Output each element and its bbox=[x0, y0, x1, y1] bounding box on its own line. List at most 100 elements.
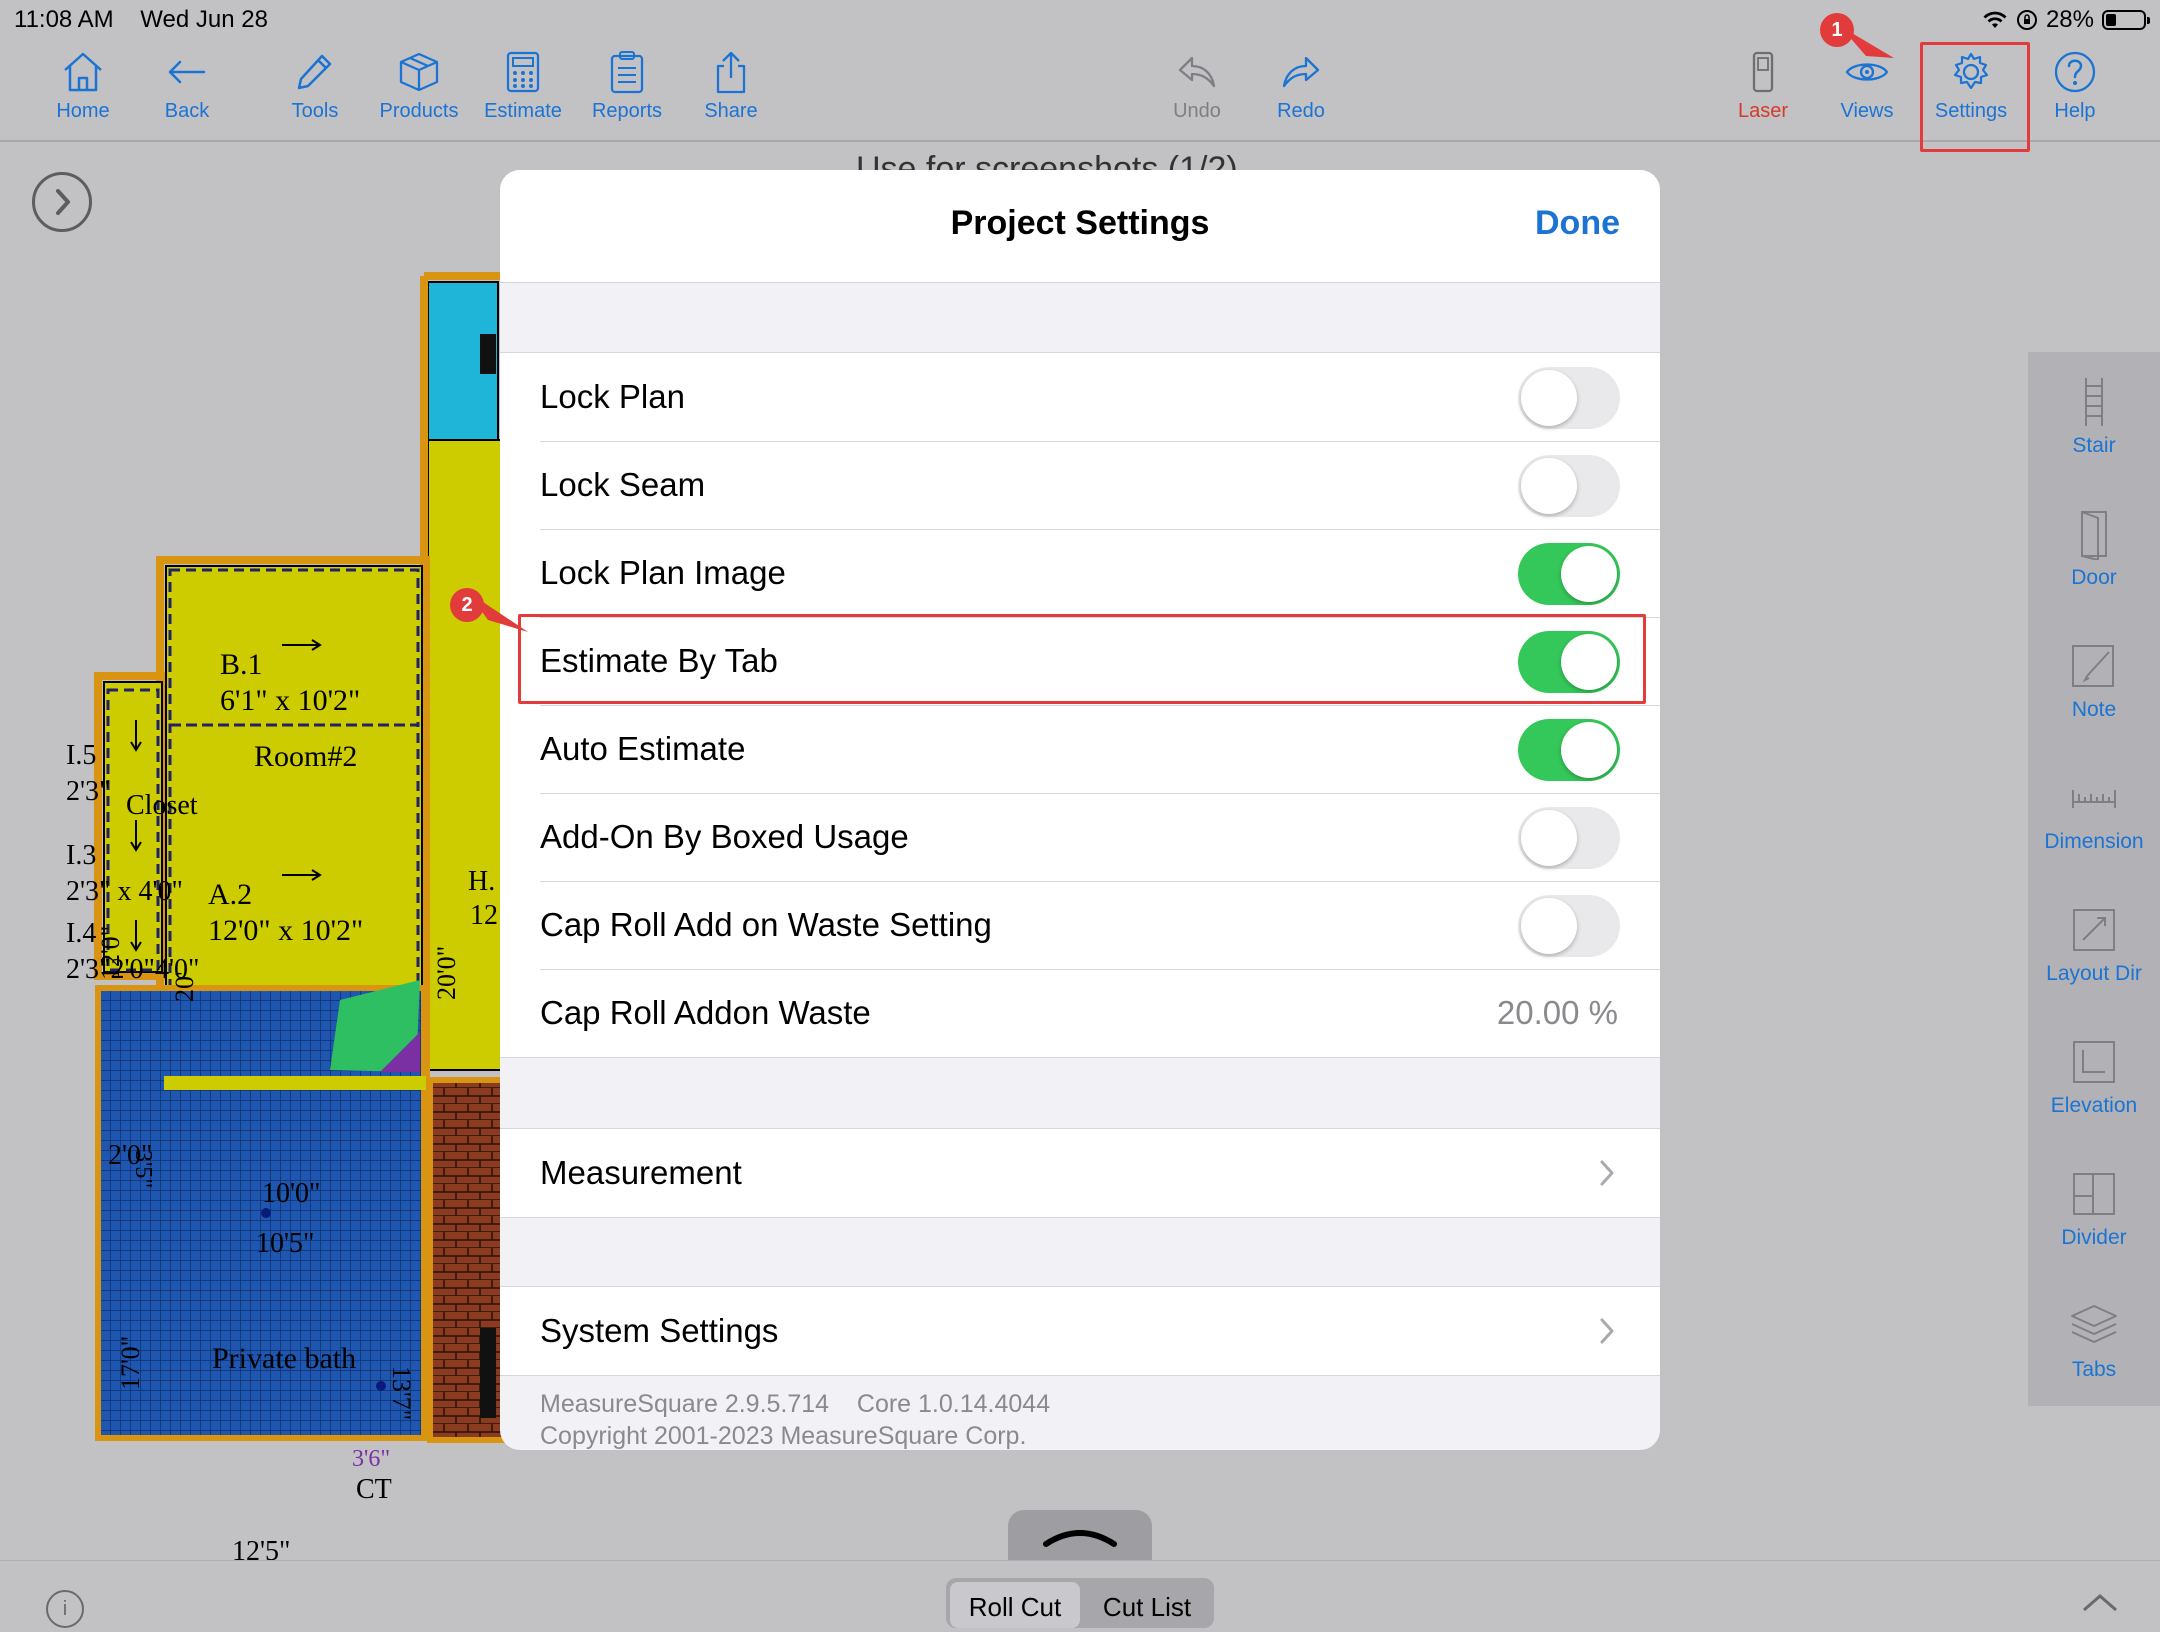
stair-icon bbox=[2085, 378, 2103, 426]
plan-label-b1: B.1 bbox=[220, 648, 263, 681]
auto-estimate-toggle[interactable] bbox=[1518, 719, 1620, 781]
toolbar-help-button[interactable]: Help bbox=[2025, 50, 2125, 123]
toolbar-share-label: Share bbox=[704, 100, 758, 122]
setting-label: Lock Plan bbox=[540, 378, 685, 415]
plan-label-b1-size: 6'1" x 10'2" bbox=[220, 684, 361, 717]
panel-layout-dir-label: Layout Dir bbox=[2046, 962, 2142, 985]
toolbar-laser-button[interactable]: Laser bbox=[1713, 50, 1813, 123]
setting-label: Lock Plan Image bbox=[540, 554, 786, 591]
floor-plan-canvas[interactable]: B.1 6'1" x 10'2" Room#2 A.2 12'0" x 10'2… bbox=[0, 140, 520, 1567]
toolbar-back-button[interactable]: Back bbox=[137, 50, 237, 123]
bottom-drawer-handle[interactable] bbox=[1008, 1510, 1152, 1560]
modal-header: Project Settings Done bbox=[500, 170, 1660, 283]
chevron-right-icon bbox=[1600, 1318, 1614, 1344]
panel-divider-button[interactable]: Divider bbox=[2028, 1168, 2160, 1250]
toolbar-home-button[interactable]: Home bbox=[33, 50, 133, 123]
layers-icon bbox=[2071, 1305, 2117, 1343]
toolbar-back-label: Back bbox=[164, 100, 210, 122]
panel-tabs-button[interactable]: Tabs bbox=[2028, 1300, 2160, 1382]
plan-label-ct: CT bbox=[356, 1474, 392, 1505]
modal-title: Project Settings bbox=[950, 204, 1210, 242]
divider-icon bbox=[2073, 1173, 2115, 1215]
dimension-icon bbox=[2072, 790, 2116, 808]
panel-note-button[interactable]: Note bbox=[2028, 640, 2160, 722]
plan-label-private-bath: Private bath bbox=[212, 1342, 357, 1375]
bottom-segmented-control: Roll Cut Cut List bbox=[946, 1578, 1214, 1628]
copyright-text: Copyright 2001-2023 MeasureSquare Corp. bbox=[540, 1422, 1027, 1450]
settings-highlight-box bbox=[1920, 42, 2030, 152]
plan-label-dim-1: 12'0" bbox=[96, 925, 125, 980]
plan-label-dim-4: 10'5" bbox=[256, 1228, 315, 1259]
elevation-icon bbox=[2073, 1041, 2115, 1083]
done-button[interactable]: Done bbox=[1535, 204, 1620, 243]
setting-row-lock-seam: Lock Seam bbox=[500, 441, 1660, 529]
project-settings-modal: Project Settings Done Lock Plan Lock Sea… bbox=[500, 170, 1660, 1450]
info-button[interactable]: i bbox=[46, 1590, 84, 1628]
lock-seam-toggle[interactable] bbox=[1518, 455, 1620, 517]
cap-roll-addon-waste-value[interactable]: 20.00 % bbox=[1497, 994, 1618, 1032]
setting-row-lock-plan-image: Lock Plan Image bbox=[500, 529, 1660, 617]
note-icon bbox=[2072, 645, 2114, 687]
step-1-marker: 1 bbox=[1820, 13, 1854, 47]
expand-toggle-icon[interactable] bbox=[2080, 1590, 2120, 1620]
help-icon bbox=[2054, 51, 2096, 93]
estimate-by-tab-highlight-box bbox=[518, 614, 1646, 704]
toolbar-help-label: Help bbox=[2054, 100, 2096, 122]
clipboard-icon bbox=[610, 51, 644, 94]
plan-label-dim-7: 17'0" bbox=[116, 1335, 145, 1390]
battery-percent: 28% bbox=[2045, 6, 2094, 33]
toolbar-products-button[interactable]: Products bbox=[369, 50, 469, 123]
toolbar-reports-button[interactable]: Reports bbox=[577, 50, 677, 123]
toolbar-undo-button[interactable]: Undo bbox=[1147, 50, 1247, 123]
setting-row-lock-plan: Lock Plan bbox=[500, 353, 1660, 441]
cap-roll-waste-toggle[interactable] bbox=[1518, 895, 1620, 957]
measurement-label: Measurement bbox=[540, 1154, 742, 1191]
lock-plan-image-toggle[interactable] bbox=[1518, 543, 1620, 605]
plan-label-dim-10: 20'0" bbox=[432, 945, 461, 1000]
add-on-boxed-usage-toggle[interactable] bbox=[1518, 807, 1620, 869]
version-line: MeasureSquare 2.9.5.714 Core 1.0.14.4044 bbox=[540, 1388, 1050, 1420]
setting-label: Auto Estimate bbox=[540, 730, 746, 767]
toolbar-redo-label: Redo bbox=[1277, 100, 1325, 122]
toolbar-laser-label: Laser bbox=[1737, 100, 1789, 122]
panel-door-label: Door bbox=[2071, 566, 2117, 589]
toolbar-undo-label: Undo bbox=[1173, 100, 1221, 122]
plan-label-a2: A.2 bbox=[208, 878, 253, 911]
status-date: Wed Jun 28 bbox=[140, 6, 268, 33]
expand-panel-button[interactable] bbox=[32, 172, 92, 232]
system-settings-label: System Settings bbox=[540, 1312, 779, 1349]
toolbar-share-button[interactable]: Share bbox=[681, 50, 781, 123]
plan-label-i5: I.5 bbox=[66, 740, 97, 771]
setting-label: Cap Roll Addon Waste bbox=[540, 994, 871, 1031]
pencil-icon bbox=[297, 54, 332, 90]
version-footer: MeasureSquare 2.9.5.714 Core 1.0.14.4044… bbox=[540, 1388, 1050, 1450]
panel-stair-button[interactable]: Stair bbox=[2028, 376, 2160, 458]
toolbar-reports-label: Reports bbox=[591, 100, 663, 122]
plan-label-dim-2: 20' bbox=[170, 971, 199, 1002]
roll-cut-tab[interactable]: Roll Cut bbox=[950, 1582, 1080, 1628]
system-settings-row[interactable]: System Settings bbox=[500, 1287, 1660, 1375]
toolbar-estimate-button[interactable]: Estimate bbox=[473, 50, 573, 123]
toolbar-home-label: Home bbox=[56, 100, 110, 122]
setting-row-cap-roll-addon-waste[interactable]: Cap Roll Addon Waste 20.00 % bbox=[500, 969, 1660, 1057]
chevron-up-icon bbox=[1043, 1530, 1117, 1547]
toolbar-tools-button[interactable]: Tools bbox=[265, 50, 365, 123]
right-tool-panel: Stair Door Note Dimension Layout Dir Ele… bbox=[2028, 352, 2160, 1406]
door-icon bbox=[2081, 511, 2107, 560]
panel-door-button[interactable]: Door bbox=[2028, 508, 2160, 590]
panel-layout-dir-button[interactable]: Layout Dir bbox=[2028, 904, 2160, 986]
step-2-marker: 2 bbox=[450, 588, 484, 622]
lock-plan-toggle[interactable] bbox=[1518, 367, 1620, 429]
panel-elevation-button[interactable]: Elevation bbox=[2028, 1036, 2160, 1118]
panel-dimension-button[interactable]: Dimension bbox=[2028, 772, 2160, 854]
plan-label-dim-11: 3'6" bbox=[352, 1446, 391, 1472]
setting-row-auto-estimate: Auto Estimate bbox=[500, 705, 1660, 793]
cut-list-tab[interactable]: Cut List bbox=[1084, 1582, 1210, 1628]
measurement-group: Measurement bbox=[500, 1128, 1660, 1218]
plan-label-dim-6: 3'5" bbox=[130, 1150, 156, 1189]
redo-icon bbox=[1282, 56, 1320, 88]
measurement-row[interactable]: Measurement bbox=[500, 1129, 1660, 1217]
toolbar-products-label: Products bbox=[379, 100, 459, 122]
toolbar-redo-button[interactable]: Redo bbox=[1251, 50, 1351, 123]
undo-icon bbox=[1178, 56, 1216, 88]
